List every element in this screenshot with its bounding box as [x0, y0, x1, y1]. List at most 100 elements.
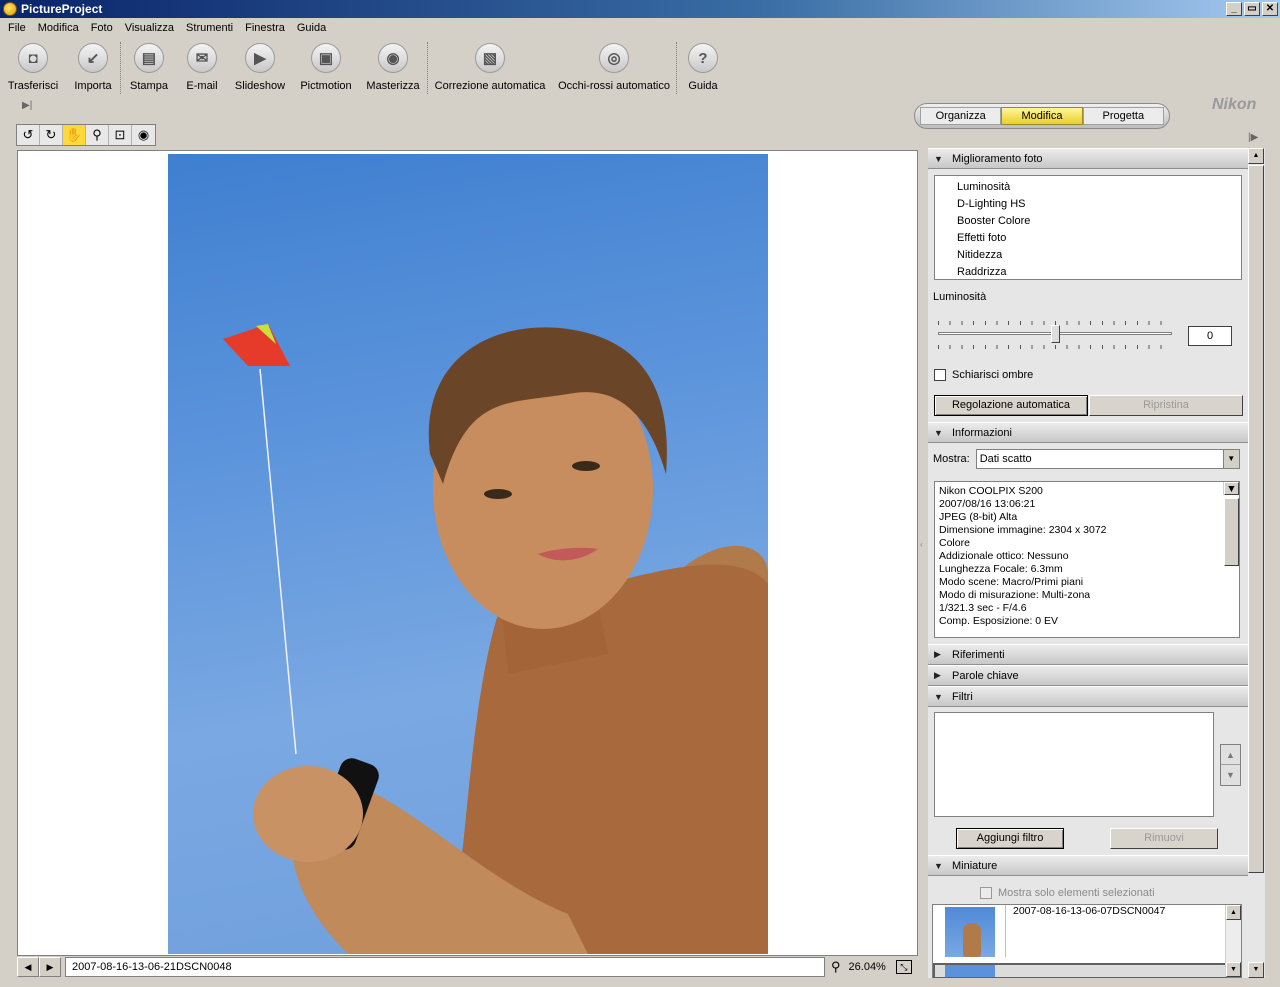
auto-correct-button[interactable]: ▧ Correzione automatica — [428, 38, 552, 94]
thumbnail-image[interactable] — [945, 907, 995, 957]
show-label: Mostra: — [933, 453, 970, 465]
list-item[interactable]: Luminosità — [957, 179, 1241, 196]
info-line: Modo scene: Macro/Primi piani — [939, 576, 1084, 588]
show-dropdown[interactable]: Dati scatto ▼ — [975, 449, 1240, 469]
eye-icon: ◎ — [599, 43, 629, 73]
transfer-button[interactable]: ◘ Trasferisci — [0, 38, 66, 94]
pictmotion-button[interactable]: ▣ Pictmotion — [293, 38, 359, 94]
collapse-arrow-icon: ▼ — [934, 153, 943, 164]
show-row: Mostra: Dati scatto ▼ — [933, 449, 1240, 469]
rotate-right-icon[interactable]: ↻ — [40, 125, 63, 145]
auto-redeye-button[interactable]: ◎ Occhi-rossi automatico — [552, 38, 676, 94]
filter-list[interactable] — [934, 712, 1214, 817]
reset-button[interactable]: Ripristina — [1089, 395, 1243, 416]
shadow-checkbox[interactable] — [934, 369, 946, 381]
slideshow-button[interactable]: ▶ Slideshow — [227, 38, 293, 94]
scroll-thumb[interactable] — [1224, 498, 1239, 566]
list-item[interactable]: D-Lighting HS — [957, 196, 1241, 213]
rotate-left-icon[interactable]: ↺ — [17, 125, 40, 145]
photo-drawing — [223, 324, 768, 954]
film-icon: ▣ — [311, 43, 341, 73]
brightness-slider[interactable] — [938, 318, 1172, 350]
maximize-button[interactable]: ▭ — [1244, 2, 1260, 16]
menu-file[interactable]: File — [2, 22, 32, 34]
magnifier-icon[interactable]: ⚲ — [86, 125, 109, 145]
list-item[interactable]: Booster Colore — [957, 213, 1241, 230]
section-info-header[interactable]: ▼ Informazioni — [928, 422, 1248, 443]
import-button[interactable]: ↙ Importa — [66, 38, 120, 94]
tab-edit[interactable]: Modifica — [1001, 107, 1083, 125]
photo-viewer[interactable] — [17, 150, 918, 956]
scroll-thumb[interactable] — [1248, 165, 1264, 873]
section-references-header[interactable]: ▶ Riferimenti — [928, 644, 1248, 665]
section-thumbnails-header[interactable]: ▼ Miniature — [928, 855, 1248, 876]
info-details: Nikon COOLPIX S200 2007/08/16 13:06:21 J… — [934, 481, 1240, 638]
collapse-arrow-icon: ▼ — [934, 427, 943, 438]
section-filters-header[interactable]: ▼ Filtri — [928, 686, 1248, 707]
scroll-up-icon[interactable]: ▲ — [1248, 148, 1264, 164]
panel-scrollbar[interactable]: ▲ ▼ — [1248, 148, 1265, 978]
expand-left-icon[interactable]: ▶| — [22, 100, 32, 111]
section-enhance-header[interactable]: ▼ Miglioramento foto — [928, 148, 1248, 169]
menu-edit[interactable]: Modifica — [32, 22, 85, 34]
scroll-down-icon[interactable]: ▼ — [1224, 482, 1239, 495]
brand-logo: Nikon — [1212, 96, 1257, 113]
minimize-button[interactable]: _ — [1226, 2, 1242, 16]
filter-spinner[interactable]: ▲ ▼ — [1220, 744, 1241, 786]
scroll-up-icon[interactable]: ▲ — [1226, 905, 1241, 920]
menu-help[interactable]: Guida — [291, 22, 332, 34]
remove-filter-button[interactable]: Rimuovi — [1110, 828, 1218, 849]
only-selected-checkbox[interactable] — [980, 887, 992, 899]
photo-image[interactable] — [168, 154, 768, 954]
tab-project[interactable]: Progetta — [1082, 107, 1164, 125]
zoom-level[interactable]: 26.04% — [849, 961, 886, 973]
previous-button[interactable]: ◀ — [17, 957, 39, 977]
panel-resize-handle[interactable]: ‹ — [920, 540, 923, 549]
scroll-down-icon[interactable]: ▼ — [1248, 962, 1264, 978]
info-scrollbar[interactable]: ▲ ▼ — [1223, 482, 1239, 566]
eye-icon[interactable]: ◉ — [132, 125, 155, 145]
shadow-option[interactable]: Schiarisci ombre — [934, 369, 1033, 381]
print-button[interactable]: ▤ Stampa — [121, 38, 177, 94]
menu-window[interactable]: Finestra — [239, 22, 291, 34]
slider-thumb[interactable] — [1051, 325, 1060, 343]
thumbnail-scrollbar[interactable]: ▲ ▼ — [1225, 905, 1241, 977]
burn-button[interactable]: ◉ Masterizza — [359, 38, 427, 94]
list-item[interactable]: Raddrizza — [957, 264, 1241, 281]
list-item[interactable]: Effetti foto — [957, 230, 1241, 247]
tab-organize[interactable]: Organizza — [920, 107, 1002, 125]
info-line: Modo di misurazione: Multi-zona — [939, 589, 1091, 601]
edit-panel: ▼ Miglioramento foto Luminosità D-Lighti… — [928, 148, 1248, 978]
crop-icon[interactable]: ⊡ — [109, 125, 132, 145]
menu-photo[interactable]: Foto — [85, 22, 119, 34]
spin-down-icon[interactable]: ▼ — [1221, 765, 1240, 785]
hand-icon[interactable]: ✋ — [63, 125, 86, 145]
magnifier-icon[interactable]: ⚲ — [831, 959, 841, 975]
menu-tools[interactable]: Strumenti — [180, 22, 239, 34]
brightness-value-field[interactable]: 0 — [1188, 326, 1232, 346]
expand-right-icon[interactable]: |▶ — [1248, 132, 1258, 143]
chevron-down-icon[interactable]: ▼ — [1222, 450, 1239, 468]
info-line: 2007/08/16 13:06:21 — [939, 498, 1036, 510]
info-line: Comp. Esposizione: 0 EV — [939, 615, 1059, 627]
help-button[interactable]: ? Guida — [677, 38, 729, 94]
menu-view[interactable]: Visualizza — [119, 22, 180, 34]
scroll-down-icon[interactable]: ▼ — [1226, 962, 1241, 977]
status-bar: ◀ ▶ 2007-08-16-13-06-21DSCN0048 ⚲ 26.04%… — [17, 956, 918, 978]
next-button[interactable]: ▶ — [39, 957, 61, 977]
window-controls: _ ▭ ✕ — [1226, 2, 1278, 16]
info-line: Nikon COOLPIX S200 — [939, 485, 1043, 497]
auto-adjust-button[interactable]: Regolazione automatica — [934, 395, 1088, 416]
email-button[interactable]: ✉ E-mail — [177, 38, 227, 94]
play-icon: ▶ — [245, 43, 275, 73]
fit-to-window-icon[interactable]: ⤡ — [895, 960, 912, 974]
spin-up-icon[interactable]: ▲ — [1221, 745, 1240, 765]
thumbnail-next[interactable] — [933, 963, 1227, 978]
only-selected-option[interactable]: Mostra solo elementi selezionati — [980, 887, 1155, 899]
auto-correct-icon: ▧ — [475, 43, 505, 73]
list-item[interactable]: Nitidezza — [957, 247, 1241, 264]
section-keywords-header[interactable]: ▶ Parole chiave — [928, 665, 1248, 686]
brightness-label: Luminosità — [933, 291, 987, 303]
add-filter-button[interactable]: Aggiungi filtro — [956, 828, 1064, 849]
close-button[interactable]: ✕ — [1262, 2, 1278, 16]
